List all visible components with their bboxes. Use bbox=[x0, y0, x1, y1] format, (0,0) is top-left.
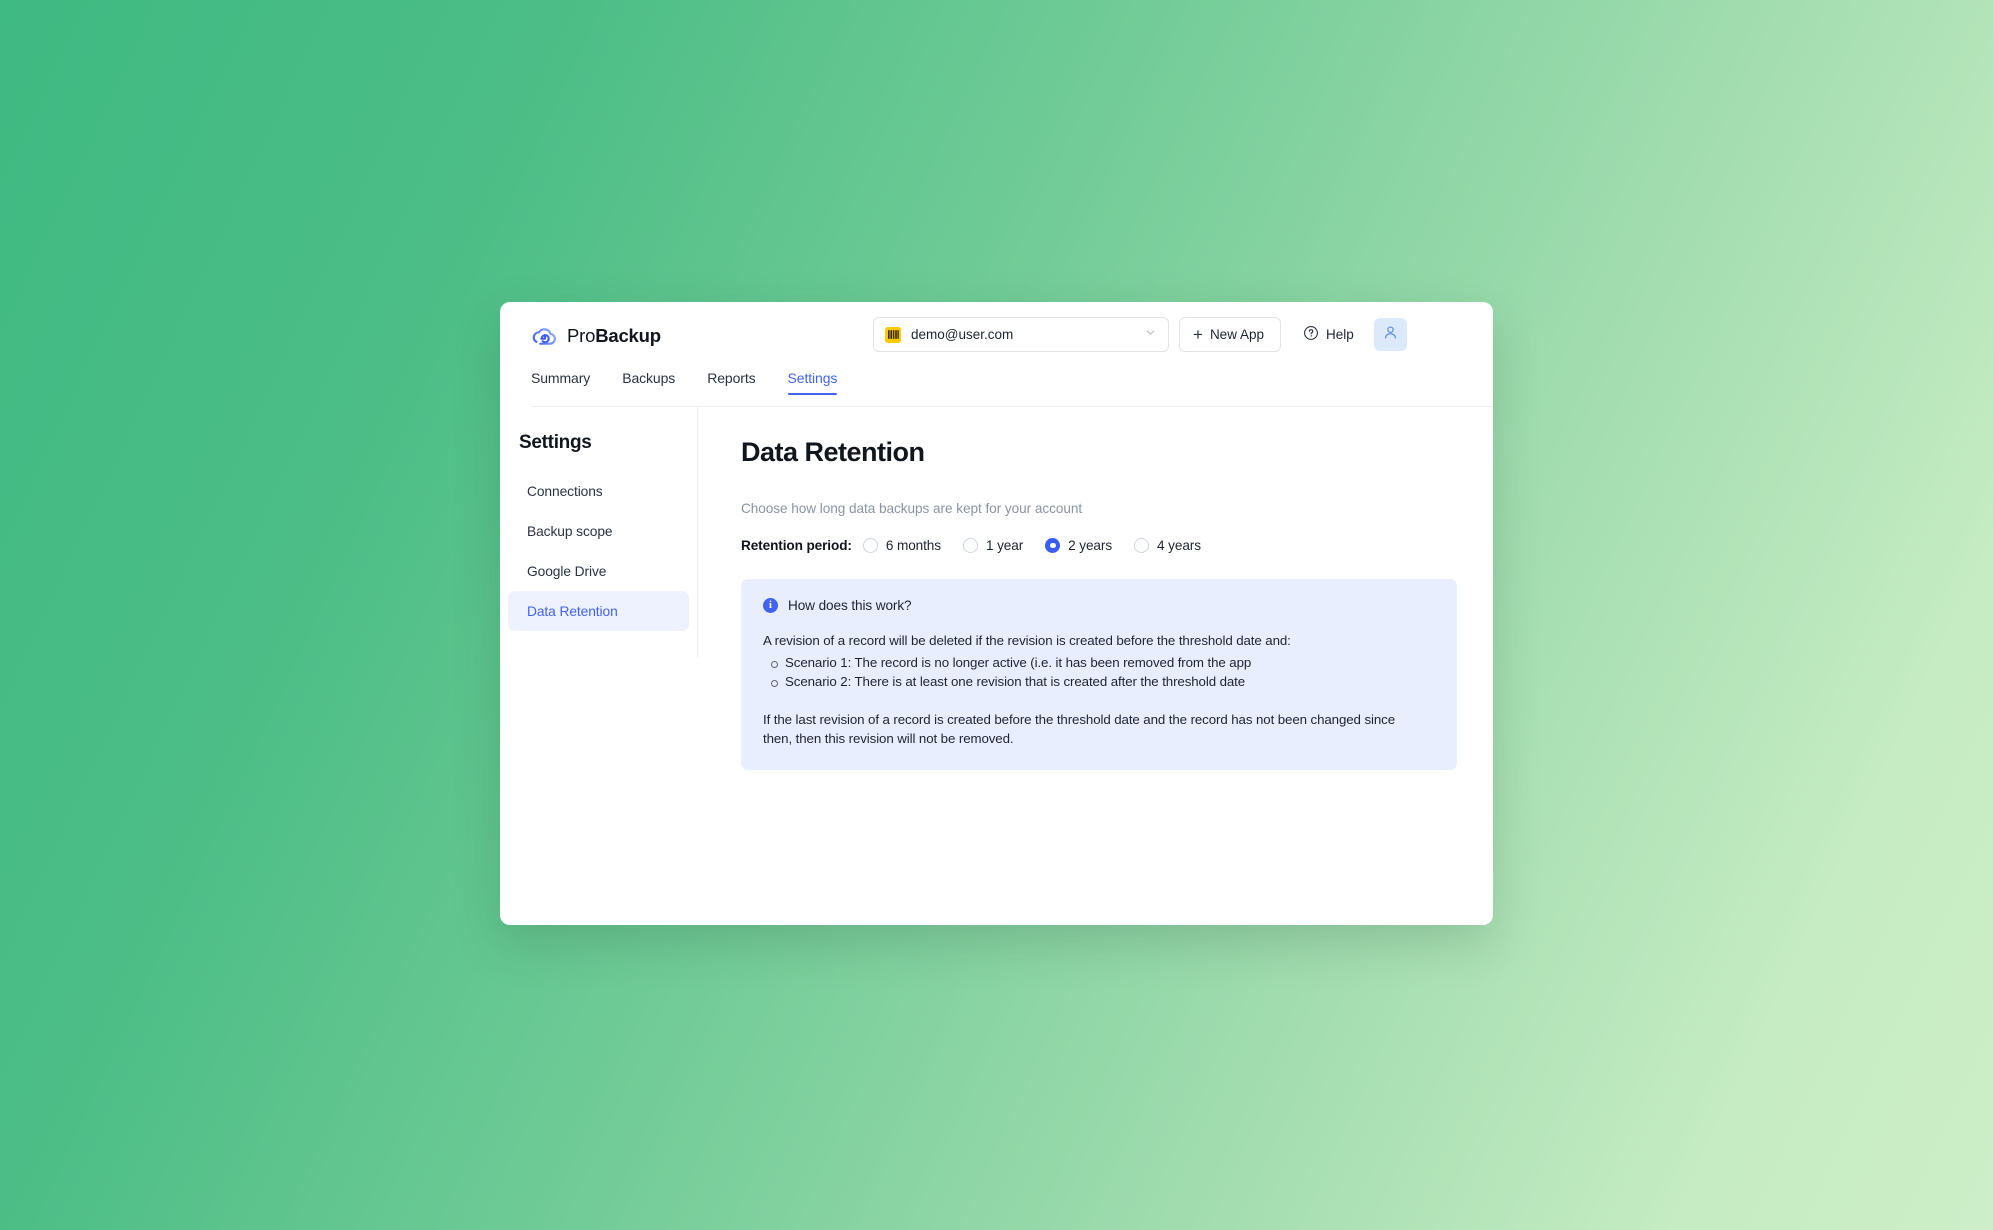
new-app-button[interactable]: + New App bbox=[1179, 317, 1281, 352]
sidebar-item-google-drive[interactable]: Google Drive bbox=[508, 551, 689, 591]
radio-icon bbox=[1134, 538, 1150, 553]
top-bar: ProBackup demo@user.com + New App Help bbox=[500, 302, 1493, 370]
help-button-label: Help bbox=[1325, 327, 1354, 342]
tab-reports[interactable]: Reports bbox=[707, 370, 755, 395]
radio-option-1-year[interactable]: 1 year bbox=[962, 538, 1024, 553]
tab-summary[interactable]: Summary bbox=[531, 370, 590, 395]
question-circle-icon bbox=[1303, 325, 1319, 344]
sidebar-item-data-retention[interactable]: Data Retention bbox=[508, 591, 689, 631]
brand-name: ProBackup bbox=[567, 325, 661, 347]
chevron-down-icon bbox=[1144, 326, 1157, 344]
tab-reports-label: Reports bbox=[707, 370, 756, 386]
help-button[interactable]: Help bbox=[1291, 317, 1362, 352]
settings-sidebar: Settings Connections Backup scope Google… bbox=[500, 407, 698, 658]
radio-option-4-years-label: 4 years bbox=[1157, 538, 1201, 553]
page-subtitle: Choose how long data backups are kept fo… bbox=[741, 501, 1083, 516]
tabs-divider bbox=[531, 406, 1493, 407]
brand-name-backup: Backup bbox=[595, 325, 661, 346]
info-panel: i How does this work? A revision of a re… bbox=[741, 579, 1457, 771]
info-panel-intro: A revision of a record will be deleted i… bbox=[763, 633, 1291, 648]
monday-app-icon bbox=[885, 326, 901, 343]
list-item: Scenario 1: The record is no longer acti… bbox=[763, 654, 1435, 673]
main-tabs: Summary Backups Reports Settings bbox=[500, 370, 1493, 407]
plus-icon: + bbox=[1193, 325, 1203, 344]
info-panel-heading: How does this work? bbox=[788, 598, 912, 613]
radio-option-1-year-label: 1 year bbox=[985, 538, 1024, 553]
top-bar-actions: demo@user.com + New App Help bbox=[873, 317, 1407, 352]
tab-settings[interactable]: Settings bbox=[787, 370, 838, 395]
info-panel-header: i How does this work? bbox=[763, 598, 1435, 613]
brand-logo-area[interactable]: ProBackup bbox=[531, 323, 661, 350]
user-avatar-icon bbox=[1382, 324, 1399, 346]
page-title: Data Retention bbox=[741, 437, 925, 467]
list-item: Scenario 2: There is at least one revisi… bbox=[763, 673, 1435, 692]
retention-period-label: Retention period: bbox=[741, 538, 852, 553]
content-area: Settings Connections Backup scope Google… bbox=[500, 407, 1493, 925]
radio-icon bbox=[862, 538, 878, 553]
radio-option-6-months-label: 6 months bbox=[885, 538, 941, 553]
sidebar-item-backup-scope-label: Backup scope bbox=[527, 523, 613, 539]
tab-backups-label: Backups bbox=[622, 370, 676, 386]
sidebar-title: Settings bbox=[519, 432, 592, 453]
tab-backups[interactable]: Backups bbox=[622, 370, 675, 395]
app-selector-value: demo@user.com bbox=[911, 327, 1014, 342]
info-panel-scenario-list: Scenario 1: The record is no longer acti… bbox=[763, 654, 1435, 692]
radio-option-6-months[interactable]: 6 months bbox=[862, 538, 941, 553]
app-selector-dropdown[interactable]: demo@user.com bbox=[873, 317, 1169, 352]
retention-period-group: Retention period: 6 months 1 year 2 year… bbox=[741, 538, 1457, 553]
radio-option-2-years-label: 2 years bbox=[1068, 538, 1113, 553]
main-panel: Data Retention Choose how long data back… bbox=[698, 407, 1493, 925]
sidebar-item-data-retention-label: Data Retention bbox=[527, 603, 618, 619]
radio-option-2-years[interactable]: 2 years bbox=[1045, 538, 1112, 553]
brand-name-pro: Pro bbox=[567, 325, 596, 346]
new-app-button-label: New App bbox=[1209, 327, 1264, 342]
sidebar-item-connections-label: Connections bbox=[527, 483, 603, 499]
tab-settings-label: Settings bbox=[787, 370, 838, 386]
tab-summary-label: Summary bbox=[531, 370, 591, 386]
info-icon: i bbox=[763, 598, 778, 613]
sidebar-item-connections[interactable]: Connections bbox=[508, 471, 689, 511]
cloud-refresh-icon bbox=[531, 323, 558, 350]
radio-icon bbox=[962, 538, 978, 553]
sidebar-item-google-drive-label: Google Drive bbox=[527, 563, 607, 579]
info-panel-closing: If the last revision of a record is crea… bbox=[763, 711, 1395, 746]
app-window: ProBackup demo@user.com + New App Help S… bbox=[500, 302, 1493, 925]
avatar[interactable] bbox=[1373, 318, 1407, 351]
radio-option-4-years[interactable]: 4 years bbox=[1134, 538, 1201, 553]
sidebar-item-backup-scope[interactable]: Backup scope bbox=[508, 511, 689, 551]
radio-icon-selected bbox=[1045, 538, 1061, 553]
